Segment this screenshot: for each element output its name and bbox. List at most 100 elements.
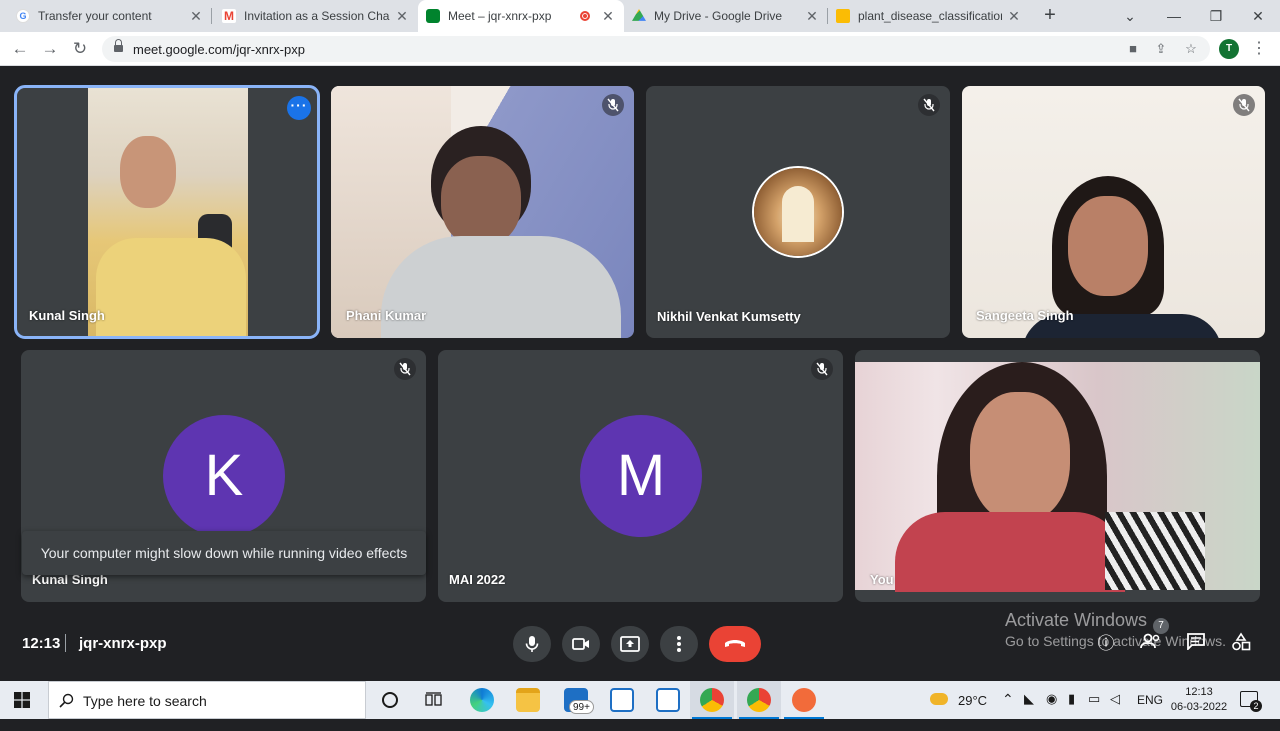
windows-taskbar: Type here to search 99+ 29°C ⌃ ◣ ◉ ▮ ▭ ◁…: [0, 681, 1280, 719]
meeting-time: 12:13: [22, 635, 61, 652]
file-explorer-icon[interactable]: [516, 688, 540, 712]
present-screen-icon: [620, 636, 640, 652]
close-window-button[interactable]: ✕: [1236, 0, 1280, 32]
browser-menu-icon[interactable]: ⋮: [1251, 38, 1267, 60]
muted-mic-icon: [602, 94, 624, 116]
system-clock[interactable]: 12:13 06-03-2022: [1170, 685, 1228, 715]
taskbar-search-box[interactable]: Type here to search: [48, 681, 366, 719]
chat-icon[interactable]: [1184, 632, 1208, 656]
meet-icon: [426, 9, 440, 23]
webcam-icon[interactable]: ◉: [1046, 691, 1057, 729]
battery-icon[interactable]: ▭: [1088, 691, 1100, 729]
edge-icon[interactable]: [470, 688, 494, 712]
participant-tile-phani-kumar[interactable]: Phani Kumar: [331, 86, 634, 338]
participant-tile-mai-2022[interactable]: M MAI 2022: [438, 350, 843, 602]
microphone-button[interactable]: [513, 626, 551, 662]
recording-indicator-icon: [580, 11, 590, 21]
activities-icon[interactable]: [1229, 632, 1253, 656]
minimize-button[interactable]: —: [1152, 0, 1196, 32]
camera-in-use-icon[interactable]: ■: [1124, 40, 1142, 58]
app-window-icon-2[interactable]: [656, 688, 680, 712]
watermark-title: Activate Windows: [1005, 610, 1148, 630]
app-window-icon[interactable]: [610, 688, 634, 712]
share-icon[interactable]: ⇪: [1152, 40, 1170, 58]
mic-tray-icon[interactable]: ▮: [1068, 691, 1075, 729]
restore-button[interactable]: ❐: [1194, 0, 1238, 32]
reload-button[interactable]: ↻: [68, 37, 92, 61]
present-screen-button[interactable]: [611, 626, 649, 662]
clock-time: 12:13: [1185, 686, 1213, 698]
tab-meet[interactable]: Meet – jqr-xnrx-pxp ✕: [418, 0, 624, 32]
letter-avatar: M: [580, 415, 702, 537]
participant-video: [962, 86, 1265, 338]
profile-avatar[interactable]: T: [1219, 39, 1239, 59]
close-tab-icon[interactable]: ✕: [188, 8, 204, 24]
chrome-profile-icon[interactable]: [747, 688, 771, 712]
tab-title: My Drive - Google Drive: [654, 9, 783, 23]
bookmark-star-icon[interactable]: ☆: [1182, 40, 1200, 58]
network-icon[interactable]: ◣: [1024, 691, 1034, 729]
video-effects-toast: Your computer might slow down while runn…: [22, 531, 426, 575]
participant-tile-self[interactable]: You: [855, 350, 1260, 602]
people-icon[interactable]: [1139, 632, 1163, 656]
participant-count-badge: 7: [1153, 618, 1169, 634]
presentation-app-icon[interactable]: [792, 688, 816, 712]
new-tab-button[interactable]: +: [1038, 4, 1062, 28]
tab-plant-disease[interactable]: plant_disease_classification_ ✕: [828, 0, 1030, 32]
participant-name: MAI 2022: [449, 572, 506, 587]
language-indicator[interactable]: ENG: [1137, 693, 1163, 731]
muted-mic-icon: [918, 94, 940, 116]
participant-video: [88, 88, 248, 336]
more-options-button[interactable]: [660, 626, 698, 662]
tab-invitation[interactable]: M Invitation as a Session Chair/ ✕: [214, 0, 418, 32]
tab-transfer-content[interactable]: G Transfer your content ✕: [8, 0, 212, 32]
close-tab-icon[interactable]: ✕: [1006, 8, 1022, 24]
google-icon: G: [16, 9, 30, 23]
show-hidden-icons[interactable]: ⌃: [1002, 691, 1014, 729]
tab-title: plant_disease_classification_: [858, 9, 1002, 23]
gmail-icon: M: [222, 9, 236, 23]
leave-call-button[interactable]: [709, 626, 761, 662]
slides-icon: [836, 9, 850, 23]
participant-name: Nikhil Venkat Kumsetty: [657, 309, 801, 324]
more-options-button[interactable]: ···: [287, 96, 311, 120]
tab-title: Transfer your content: [38, 9, 152, 23]
back-button[interactable]: ←: [8, 37, 32, 61]
windows-start-button[interactable]: [14, 692, 30, 708]
forward-button[interactable]: →: [38, 37, 62, 61]
tab-title: Invitation as a Session Chair/: [244, 9, 390, 23]
profile-photo-avatar: [752, 166, 844, 258]
muted-mic-icon: [811, 358, 833, 380]
close-tab-icon[interactable]: ✕: [394, 8, 410, 24]
participant-tile-nikhil-venkat-kumsetty[interactable]: Nikhil Venkat Kumsetty: [646, 86, 950, 338]
close-tab-icon[interactable]: ✕: [804, 8, 820, 24]
tab-title: Meet – jqr-xnrx-pxp: [448, 9, 552, 23]
participant-tile-kunal-singh[interactable]: ··· Kunal Singh: [14, 85, 320, 339]
video-camera-icon: [572, 638, 589, 650]
camera-button[interactable]: [562, 626, 600, 662]
task-view-icon[interactable]: [425, 692, 443, 708]
muted-mic-icon: [394, 358, 416, 380]
participant-name: You: [870, 572, 894, 587]
participant-name: Kunal Singh: [29, 308, 105, 323]
mail-badge: 99+: [569, 700, 594, 714]
volume-icon[interactable]: ◁: [1110, 691, 1120, 729]
participant-name: Sangeeta Singh: [976, 308, 1074, 323]
mic-icon: [525, 636, 539, 652]
participant-tile-sangeeta-singh[interactable]: Sangeeta Singh: [962, 86, 1265, 338]
browser-toolbar: ← → ↻ meet.google.com/jqr-xnrx-pxp ■ ⇪ ☆: [0, 32, 1280, 66]
tab-drive[interactable]: My Drive - Google Drive ✕: [624, 0, 828, 32]
weather-icon[interactable]: [930, 693, 948, 705]
end-call-icon: [725, 640, 745, 647]
muted-mic-icon: [1233, 94, 1255, 116]
close-tab-icon[interactable]: ✕: [600, 8, 616, 24]
tab-search-icon[interactable]: ⌄: [1108, 0, 1152, 32]
notification-count: 2: [1250, 700, 1262, 712]
weather-temperature[interactable]: 29°C: [958, 693, 987, 731]
chrome-icon[interactable]: [700, 688, 724, 712]
letter-avatar: K: [163, 415, 285, 537]
meeting-info-icon[interactable]: ⓘ: [1094, 632, 1118, 656]
cortana-icon[interactable]: [382, 692, 398, 708]
search-placeholder: Type here to search: [83, 693, 207, 709]
address-bar[interactable]: meet.google.com/jqr-xnrx-pxp ■ ⇪ ☆: [102, 36, 1210, 62]
